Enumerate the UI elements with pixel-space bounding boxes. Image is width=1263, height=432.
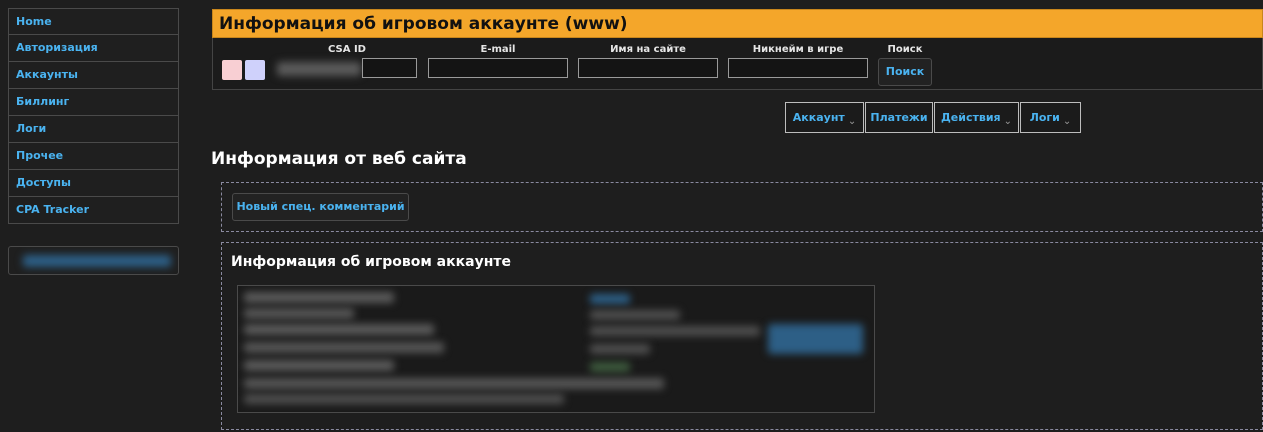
redacted-text [590, 310, 680, 320]
email-label: E-mail [480, 44, 516, 55]
redacted-text [244, 308, 354, 319]
page-header: Информация об игровом аккаунте (www) [212, 9, 1263, 38]
csa-id-input[interactable] [362, 58, 417, 78]
redacted-text [244, 360, 394, 371]
game-section-title: Информация об игровом аккаунте [231, 254, 511, 270]
redacted-text [590, 326, 760, 336]
redacted-text [244, 378, 664, 389]
redacted-text [244, 342, 444, 353]
search-label: Поиск [887, 44, 923, 55]
menu-payments-label: Платежи [870, 111, 928, 124]
color-swatch-lavender [245, 60, 265, 80]
redacted-link [590, 294, 630, 304]
menu-logs-label: Логи [1029, 111, 1060, 124]
game-nickname-label: Никнейм в игре [752, 44, 844, 55]
color-swatch-pink [222, 60, 242, 80]
menu-account[interactable]: Аккаунт ⌄ [785, 102, 864, 133]
redacted-text [590, 344, 650, 354]
sidebar-item-accounts[interactable]: Аккаунты [8, 62, 179, 89]
menu-payments[interactable]: Платежи [865, 102, 933, 133]
sidebar-item-home[interactable]: Home [8, 8, 179, 35]
chevron-down-icon: ⌄ [1062, 116, 1072, 127]
redacted-text [277, 62, 361, 76]
chevron-down-icon: ⌄ [1003, 116, 1012, 127]
redacted-link [768, 324, 863, 354]
sidebar-item-logs[interactable]: Логи [8, 116, 179, 143]
search-panel: CSA ID E-mail Имя на сайте Никнейм в игр… [212, 38, 1263, 90]
web-section-title: Информация от веб сайта [211, 149, 467, 169]
sidebar-item-other[interactable]: Прочее [8, 143, 179, 170]
email-input[interactable] [428, 58, 568, 78]
game-nickname-input[interactable] [728, 58, 868, 78]
search-button[interactable]: Поиск [878, 58, 932, 86]
menu-actions[interactable]: Действия ⌄ [934, 102, 1019, 133]
new-comment-button[interactable]: Новый спец. комментарий [232, 193, 409, 221]
sidebar-user-box [8, 246, 179, 275]
sidebar-item-cpa-tracker[interactable]: CPA Tracker [8, 197, 179, 224]
sidebar-nav: Home Авторизация Аккаунты Биллинг Логи П… [8, 8, 179, 224]
menu-logs[interactable]: Логи ⌄ [1020, 102, 1081, 133]
redacted-text [244, 324, 434, 335]
redacted-text [244, 394, 564, 404]
sidebar-item-billing[interactable]: Биллинг [8, 89, 179, 116]
site-name-label: Имя на сайте [610, 44, 686, 55]
csa-id-label: CSA ID [328, 44, 366, 55]
menu-account-label: Аккаунт [792, 111, 845, 124]
redacted-text [590, 362, 630, 372]
sidebar-item-access[interactable]: Доступы [8, 170, 179, 197]
game-account-details [237, 285, 875, 413]
sidebar-item-authorization[interactable]: Авторизация [8, 35, 179, 62]
page-title: Информация об игровом аккаунте (www) [219, 14, 628, 34]
redacted-text [244, 292, 394, 303]
site-name-input[interactable] [578, 58, 718, 78]
menu-actions-label: Действия [941, 111, 1001, 124]
chevron-down-icon: ⌄ [847, 116, 857, 127]
redacted-text [23, 255, 171, 267]
